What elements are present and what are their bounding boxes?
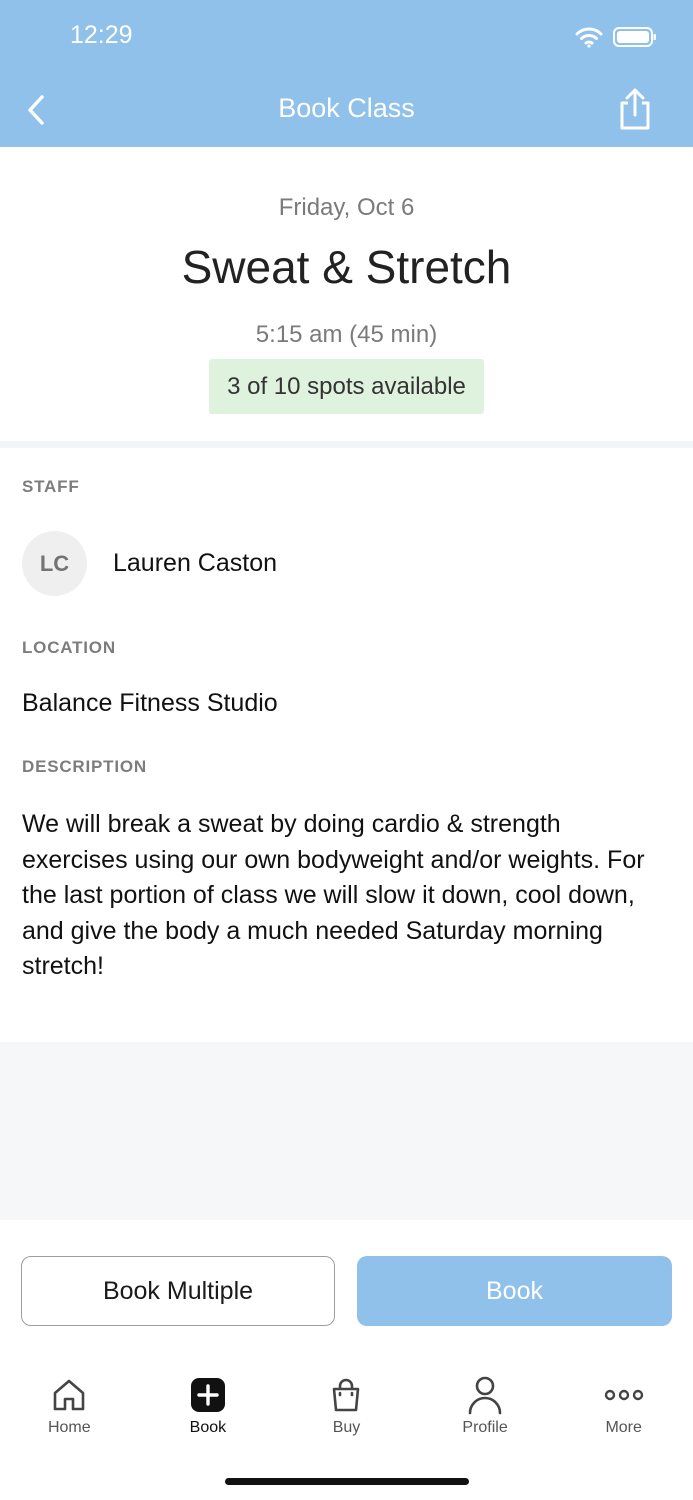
class-time: 5:15 am (45 min) xyxy=(255,321,438,348)
plus-square-icon xyxy=(190,1372,226,1418)
tab-home[interactable]: Home xyxy=(0,1360,139,1450)
location-name: Balance Fitness Studio xyxy=(22,689,278,717)
status-icons xyxy=(575,26,657,48)
share-icon xyxy=(620,88,650,130)
class-title: Sweat & Stretch xyxy=(181,241,512,293)
tab-profile[interactable]: Profile xyxy=(416,1360,555,1450)
staff-name[interactable]: Lauren Caston xyxy=(113,549,277,578)
app-header: 12:29 Book Class xyxy=(0,0,693,147)
description-text: We will break a sweat by doing cardio & … xyxy=(22,810,645,980)
tab-book[interactable]: Book xyxy=(139,1360,278,1450)
status-time: 12:29 xyxy=(70,21,133,49)
battery-icon xyxy=(613,27,656,47)
staff-avatar: LC xyxy=(22,531,87,596)
location-label: LOCATION xyxy=(22,638,116,657)
more-dots-icon xyxy=(604,1372,644,1418)
tab-buy[interactable]: Buy xyxy=(277,1360,416,1450)
tab-label: Profile xyxy=(462,1419,508,1436)
home-icon xyxy=(51,1372,87,1418)
availability-badge: 3 of 10 spots available xyxy=(209,359,484,414)
tab-label: Home xyxy=(47,1419,91,1436)
person-icon xyxy=(467,1372,503,1418)
shopping-bag-icon xyxy=(328,1372,364,1418)
book-multiple-button[interactable]: Book Multiple xyxy=(21,1256,335,1326)
spacer-area xyxy=(0,1042,693,1220)
home-indicator xyxy=(225,1478,469,1485)
section-divider xyxy=(0,441,693,448)
tab-more[interactable]: More xyxy=(554,1360,693,1450)
share-button[interactable] xyxy=(615,86,655,132)
tab-bar: Home Book Buy Profile More xyxy=(0,1360,693,1450)
staff-label: STAFF xyxy=(22,477,80,496)
class-date: Friday, Oct 6 xyxy=(278,194,415,221)
tab-label: Buy xyxy=(332,1419,361,1436)
page-title: Book Class xyxy=(278,93,415,123)
tab-label: More xyxy=(605,1419,642,1436)
tab-label: Book xyxy=(189,1419,227,1436)
book-button[interactable]: Book xyxy=(357,1256,672,1326)
description-label: DESCRIPTION xyxy=(22,757,147,776)
class-summary: Friday, Oct 6 Sweat & Stretch 5:15 am (4… xyxy=(0,147,693,441)
wifi-icon xyxy=(575,27,603,48)
